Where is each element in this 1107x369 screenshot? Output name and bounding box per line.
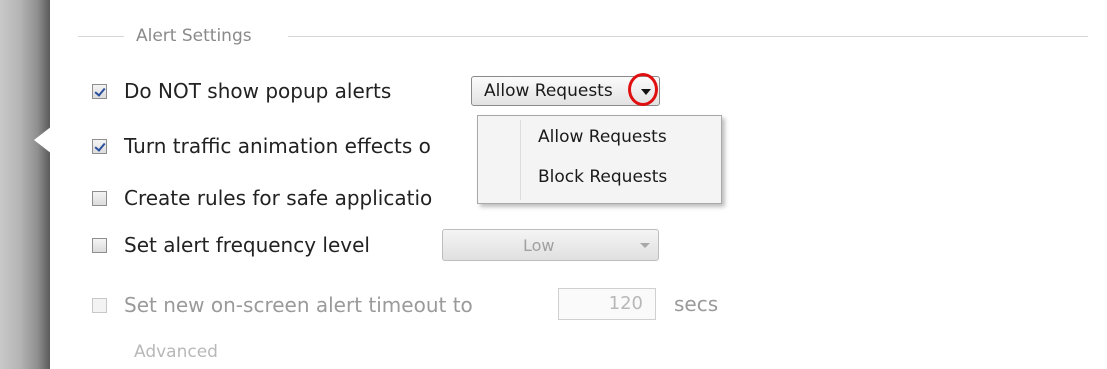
dropdown-menu: Allow Requests Block Requests bbox=[477, 115, 722, 204]
alert-timeout-checkbox bbox=[92, 297, 107, 313]
section-title: Alert Settings bbox=[136, 26, 252, 46]
select-value: Low bbox=[523, 236, 555, 255]
timeout-input: 120 bbox=[558, 288, 656, 320]
divider bbox=[520, 120, 521, 200]
menu-item-allow-requests[interactable]: Allow Requests bbox=[538, 127, 667, 147]
alert-frequency-select: Low bbox=[442, 229, 659, 261]
advanced-section-title: Advanced bbox=[134, 342, 218, 362]
group-header: Alert Settings bbox=[78, 24, 1088, 48]
left-navigation-panel bbox=[0, 0, 50, 369]
option-label: Set alert frequency level bbox=[124, 233, 370, 257]
option-alert-frequency[interactable]: Set alert frequency level bbox=[92, 230, 370, 260]
highlight-annotation bbox=[628, 73, 658, 106]
divider bbox=[78, 36, 124, 37]
chevron-down-icon bbox=[640, 243, 650, 248]
option-alert-timeout: Set new on-screen alert timeout to bbox=[92, 290, 473, 320]
timeout-unit: secs bbox=[674, 292, 719, 316]
option-create-rules[interactable]: Create rules for safe applicatio bbox=[92, 183, 432, 213]
traffic-animation-checkbox[interactable] bbox=[92, 138, 107, 154]
create-rules-checkbox[interactable] bbox=[92, 190, 107, 206]
option-label: Create rules for safe applicatio bbox=[124, 186, 433, 210]
option-label: Set new on-screen alert timeout to bbox=[124, 293, 473, 317]
do-not-show-popups-checkbox[interactable] bbox=[92, 83, 107, 99]
divider bbox=[288, 36, 1088, 37]
alert-frequency-checkbox[interactable] bbox=[92, 237, 107, 253]
option-traffic-animation[interactable]: Turn traffic animation effects o bbox=[92, 131, 431, 161]
option-label: Do NOT show popup alerts bbox=[124, 79, 392, 103]
option-do-not-show-popups[interactable]: Do NOT show popup alerts bbox=[92, 76, 391, 106]
option-label: Turn traffic animation effects o bbox=[124, 134, 431, 158]
dropdown-value: Allow Requests bbox=[484, 81, 613, 101]
menu-item-block-requests[interactable]: Block Requests bbox=[538, 167, 667, 187]
alert-settings-panel: Alert Settings Do NOT show popup alerts … bbox=[50, 0, 1107, 369]
